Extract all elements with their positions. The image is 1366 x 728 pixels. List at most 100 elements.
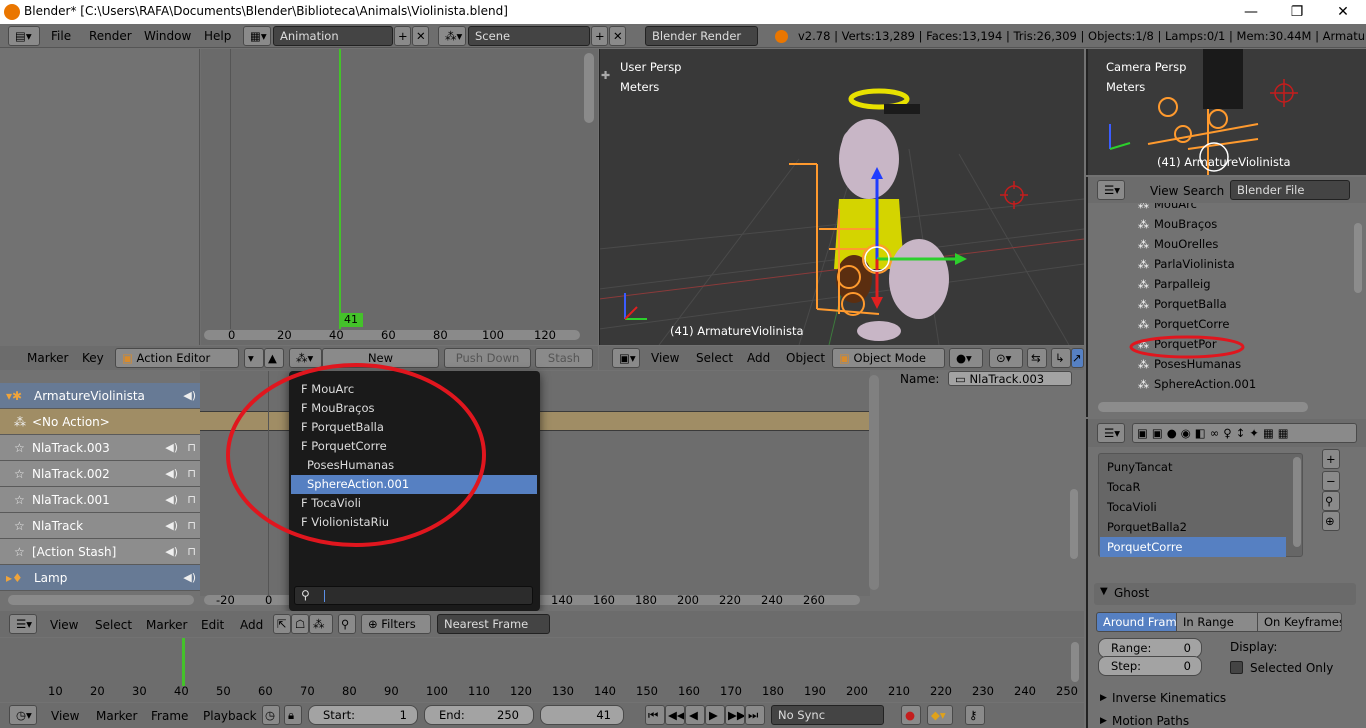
- properties-editor-type-button[interactable]: ☰▾: [1097, 423, 1125, 443]
- nla-track-row[interactable]: ⁂ <No Action>: [0, 409, 200, 435]
- outliner-item[interactable]: ⁂ Parpalleig: [1138, 274, 1211, 294]
- action-popup-item[interactable]: PosesHumanas: [291, 456, 537, 475]
- action-up-button[interactable]: ▲: [264, 348, 284, 368]
- menu-help[interactable]: Help: [204, 29, 231, 43]
- timeline-menu-frame[interactable]: Frame: [151, 709, 188, 723]
- lock-icon[interactable]: ⊓: [187, 487, 196, 512]
- outliner-menu-search[interactable]: Search: [1183, 184, 1224, 198]
- speaker-icon[interactable]: ◀): [183, 383, 196, 408]
- viewport-menu-object[interactable]: Object: [786, 351, 825, 365]
- scene-field[interactable]: Scene: [468, 26, 590, 46]
- ghost-tab-in-range[interactable]: In Range: [1176, 612, 1258, 632]
- shading-select[interactable]: ●▾: [949, 348, 983, 368]
- outliner-menu-view[interactable]: View: [1150, 184, 1178, 198]
- outliner-item[interactable]: ⁂ PosesHumanas: [1138, 354, 1241, 374]
- outliner[interactable]: ☰▾ View Search Blender File ⁂ MouArc ⁂ MouB…: [1086, 177, 1366, 417]
- lock-icon[interactable]: ⊓: [187, 435, 196, 460]
- nla-name-field[interactable]: ▭ NlaTrack.003: [948, 371, 1072, 386]
- timeline-menu-marker[interactable]: Marker: [96, 709, 137, 723]
- action-popup-item[interactable]: F PorquetBalla: [291, 418, 537, 437]
- nla-track-scroll[interactable]: [869, 375, 879, 590]
- viewport-menu-add[interactable]: Add: [747, 351, 770, 365]
- speaker-icon[interactable]: ◀): [183, 565, 196, 590]
- outliner-display-mode-select[interactable]: Blender File: [1230, 180, 1350, 200]
- motion-paths-panel-header[interactable]: Motion Paths: [1112, 714, 1189, 728]
- action-editor-mode-select[interactable]: ▣ Action Editor: [115, 348, 239, 368]
- minimize-button[interactable]: —: [1228, 0, 1274, 24]
- delete-layout-button[interactable]: ✕: [412, 26, 429, 46]
- nla-track-row[interactable]: ▸♦ Lamp ◀): [0, 565, 200, 591]
- action-popup-search-field[interactable]: ⚲: [294, 586, 533, 605]
- manipulator-axis-button[interactable]: ↳: [1051, 348, 1071, 368]
- ghost-panel-header[interactable]: ▼ Ghost: [1094, 583, 1356, 605]
- action-popup-item[interactable]: F TocaVioli: [291, 494, 537, 513]
- record-button[interactable]: ●: [901, 705, 921, 725]
- close-button[interactable]: ✕: [1320, 0, 1366, 24]
- nla-track-row[interactable]: ☆ NlaTrack.003 ◀) ⊓: [0, 435, 200, 461]
- layout-icon-button[interactable]: ▦▾: [243, 26, 271, 46]
- action-list-scroll[interactable]: [1293, 457, 1301, 547]
- ik-panel-header[interactable]: Inverse Kinematics: [1112, 691, 1226, 705]
- show-hidden-button[interactable]: ☖: [291, 614, 309, 634]
- viewport-3d-main[interactable]: User Persp Meters (41) ArmatureViolinist…: [599, 49, 1084, 345]
- sync-mode-select[interactable]: No Sync: [771, 705, 884, 725]
- jump-end-button[interactable]: ⏭: [745, 705, 765, 725]
- start-frame-field[interactable]: Start: 1: [308, 705, 418, 725]
- viewport-editor-type-button[interactable]: ▣▾: [612, 348, 640, 368]
- star-icon[interactable]: ☆: [14, 513, 32, 538]
- timeline-editor-type-button[interactable]: ◷▾: [9, 705, 37, 725]
- action-list-item[interactable]: PunyTancat: [1100, 457, 1286, 477]
- nla-track-row[interactable]: ☆ NlaTrack ◀) ⊓: [0, 513, 200, 539]
- keying-set-button[interactable]: ◆▾: [927, 705, 953, 725]
- new-action-button[interactable]: New: [322, 348, 439, 368]
- action-browse-popup[interactable]: F MouArc F MouBraços F PorquetBalla F Porqu…: [289, 371, 540, 611]
- nla-channel-scroll[interactable]: [8, 595, 194, 605]
- menu-render[interactable]: Render: [89, 29, 132, 43]
- outliner-editor-type-button[interactable]: ☰▾: [1097, 180, 1125, 200]
- only-selected-button[interactable]: ⇱: [273, 614, 291, 634]
- speaker-icon[interactable]: ◀): [165, 487, 178, 512]
- viewport-menu-select[interactable]: Select: [696, 351, 733, 365]
- outliner-item[interactable]: ⁂ MouArc: [1138, 203, 1197, 214]
- menu-file[interactable]: File: [51, 29, 71, 43]
- outliner-item[interactable]: ⁂ MouOrelles: [1138, 234, 1218, 254]
- viewport-corner-plus-icon[interactable]: ✚: [601, 69, 610, 82]
- lock-icon[interactable]: ⊓: [187, 539, 196, 564]
- list-lifebuoy-button[interactable]: ⊕: [1322, 511, 1340, 531]
- viewport-3d-camera[interactable]: Camera Persp Meters (41) ArmatureViolini…: [1086, 49, 1366, 175]
- layout-field[interactable]: Animation: [273, 26, 393, 46]
- graph-area[interactable]: [201, 49, 598, 345]
- filters-button[interactable]: ⊕ Filters: [361, 614, 431, 634]
- play-reverse-button[interactable]: ◀: [685, 705, 705, 725]
- manipulator-mode-button[interactable]: ↗: [1071, 348, 1084, 368]
- play-button[interactable]: ▶: [705, 705, 725, 725]
- include-missing-button[interactable]: ⁂: [309, 614, 333, 634]
- insert-keyframe-button[interactable]: ⚷: [965, 705, 985, 725]
- add-layout-button[interactable]: +: [394, 26, 411, 46]
- properties-editor[interactable]: ☰▾ ▣▣●◉◧∞♀↕✦▦▦ PunyTancat TocaR TocaVioli P…: [1086, 419, 1366, 728]
- action-popup-item[interactable]: SphereAction.001: [291, 475, 537, 494]
- transform-manipulator-button[interactable]: ⇆: [1027, 348, 1047, 368]
- render-engine-select[interactable]: Blender Render: [645, 26, 758, 46]
- timeline-track-area[interactable]: 10 20 30 40 50 60 70 80 90 100 110 120 130 140 150 160 1…: [0, 638, 1084, 702]
- nla-track-row[interactable]: ☆ NlaTrack.002 ◀) ⊓: [0, 461, 200, 487]
- restore-button[interactable]: ❐: [1274, 0, 1320, 24]
- ghost-step-field[interactable]: Step: 0: [1098, 656, 1202, 676]
- lock-icon[interactable]: ⊓: [187, 461, 196, 486]
- star-icon[interactable]: ☆: [14, 461, 32, 486]
- editor-type-info-button[interactable]: ▤▾: [8, 26, 40, 46]
- speaker-icon[interactable]: ◀): [165, 539, 178, 564]
- prev-keyframe-button[interactable]: ◀◀: [665, 705, 685, 725]
- action-popup-item[interactable]: F ViolionistaRiu: [291, 513, 537, 532]
- nla-editor[interactable]: ▾✱ ArmatureViolinista ◀) ⁂ <No Action> ☆ NlaTr…: [0, 371, 1084, 611]
- speaker-icon[interactable]: ◀): [165, 435, 178, 460]
- nla-track-row[interactable]: ☆ NlaTrack.001 ◀) ⊓: [0, 487, 200, 513]
- nla-side-scroll[interactable]: [1070, 489, 1078, 559]
- timeline-menu-playback[interactable]: Playback: [203, 709, 257, 723]
- list-add-button[interactable]: +: [1322, 449, 1340, 469]
- action-menu-key[interactable]: Key: [82, 351, 104, 365]
- nla-editor-type-button[interactable]: ☰▾: [9, 614, 37, 634]
- action-list-item[interactable]: PorquetBalla2: [1100, 517, 1286, 537]
- pivot-select[interactable]: ⊙▾: [989, 348, 1023, 368]
- outliner-item[interactable]: ⁂ ParlaViolinista: [1138, 254, 1235, 274]
